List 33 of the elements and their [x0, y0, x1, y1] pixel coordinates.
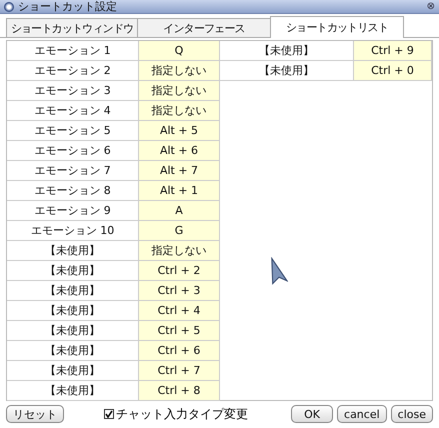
window-title: ショートカット設定 — [18, 0, 118, 13]
shortcut-key[interactable]: Ctrl + 3 — [139, 281, 220, 301]
shortcut-key[interactable]: 指定しない — [139, 81, 220, 101]
shortcut-key[interactable]: Ctrl + 2 — [139, 261, 220, 281]
shortcut-key[interactable]: 指定しない — [139, 241, 220, 261]
cancel-button[interactable]: cancel — [337, 405, 387, 423]
shortcut-key[interactable]: Ctrl + 8 — [139, 381, 220, 401]
checkbox-label: チャット入力タイプ変更 — [116, 406, 248, 422]
shortcut-key[interactable]: Alt + 7 — [139, 161, 220, 181]
shortcut-key[interactable]: Ctrl + 9 — [354, 41, 432, 61]
checkbox[interactable] — [104, 409, 114, 419]
shortcut-key[interactable]: Alt + 5 — [139, 121, 220, 141]
window-icon — [4, 2, 14, 12]
shortcut-key[interactable]: Ctrl + 0 — [354, 61, 432, 81]
close-button[interactable]: close — [390, 405, 433, 423]
shortcut-key[interactable]: G — [139, 221, 220, 241]
shortcut-key[interactable]: 指定しない — [139, 61, 220, 81]
close-button[interactable]: ⊗ — [426, 0, 435, 12]
shortcut-key[interactable]: Ctrl + 5 — [139, 321, 220, 341]
ok-button[interactable]: OK — [291, 405, 334, 423]
tab[interactable]: インターフェース — [137, 18, 271, 37]
cursor-icon — [270, 257, 288, 285]
shortcut-key[interactable]: Q — [139, 41, 220, 61]
shortcut-key[interactable]: A — [139, 201, 220, 221]
tab[interactable]: ショートカットリスト — [270, 16, 404, 38]
shortcut-key[interactable]: 指定しない — [139, 101, 220, 121]
shortcut-key[interactable]: Ctrl + 6 — [139, 341, 220, 361]
shortcut-key[interactable]: Alt + 1 — [139, 181, 220, 201]
shortcut-key[interactable]: Ctrl + 4 — [139, 301, 220, 321]
shortcut-key[interactable]: Alt + 6 — [139, 141, 220, 161]
tab[interactable]: ショートカットウィンドウ — [6, 18, 138, 37]
shortcut-key[interactable]: Ctrl + 7 — [139, 361, 220, 381]
reset-button[interactable]: リセット — [6, 405, 64, 423]
